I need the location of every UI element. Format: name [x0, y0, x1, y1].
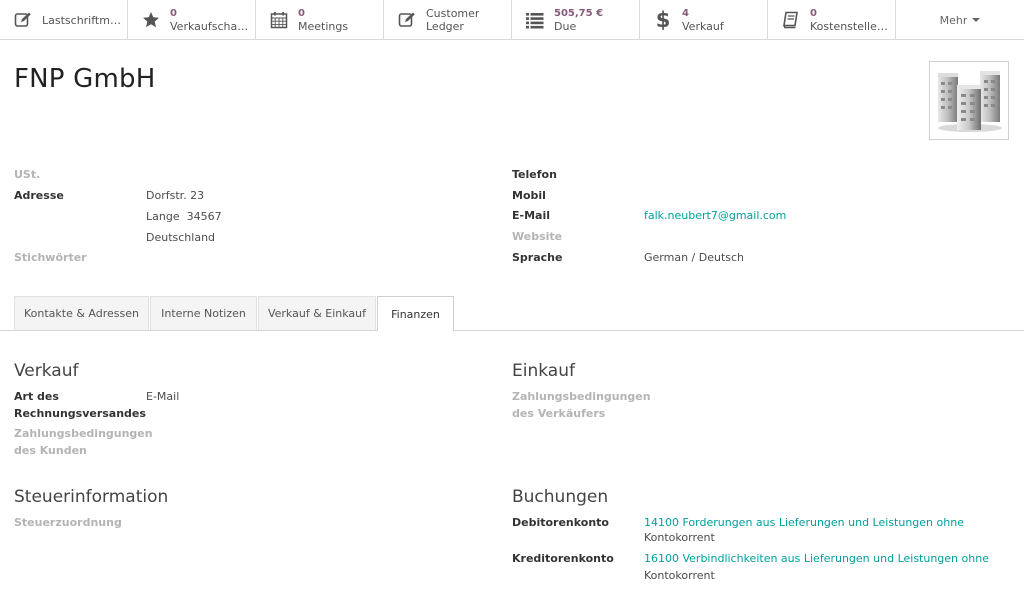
payable-account-link[interactable]: 16100 Verbindlichkeiten aus Lieferungen …: [644, 552, 989, 565]
phone-label: Telefon: [512, 168, 557, 181]
website-label: Website: [512, 230, 563, 243]
star-icon: [140, 9, 162, 31]
book-icon: [780, 9, 802, 31]
receivable-account-suffix: Kontokorrent: [644, 531, 715, 544]
customer-payment-terms-label-line1: Zahlungsbedingungen: [14, 427, 153, 440]
list-icon: [524, 9, 546, 31]
vendor-payment-terms-label-line1: Zahlungsbedingungen: [512, 390, 651, 403]
address-street: Dorfstr. 23: [146, 189, 205, 202]
sales-section-heading: Verkauf: [14, 361, 79, 381]
dollar-icon: $: [655, 8, 671, 32]
language-value: German / Deutsch: [644, 251, 745, 264]
payable-account-label: Kreditorenkonto: [512, 552, 614, 565]
receivable-account-link[interactable]: 14100 Forderungen aus Lieferungen und Le…: [644, 516, 964, 529]
tab-internal-notes[interactable]: Interne Notizen: [150, 296, 257, 330]
tab-contacts-addresses[interactable]: Kontakte & Adressen: [14, 296, 149, 330]
customer-payment-terms-label-line2: des Kunden: [14, 444, 87, 457]
language-label: Sprache: [512, 251, 563, 264]
tags-label: Stichwörter: [14, 251, 87, 264]
smart-button-mandates[interactable]: Lastschriftmandate: [0, 0, 128, 40]
smart-button-meetings[interactable]: 0 Meetings: [256, 0, 384, 40]
invoice-method-label-line2: Rechnungsversandes: [14, 407, 146, 420]
tax-section-heading: Steuerinformation: [14, 487, 169, 507]
calendar-icon: [268, 9, 290, 31]
receivable-account-label: Debitorenkonto: [512, 516, 609, 529]
tab-sales-purchase[interactable]: Verkauf & Einkauf: [258, 296, 376, 330]
smart-buttons-bar: Lastschriftmandate 0 Verkaufschancen 0 M…: [0, 0, 1024, 40]
pencil-square-icon: [396, 9, 418, 31]
smart-button-due[interactable]: 505,75 € Due: [512, 0, 640, 40]
purchase-section-heading: Einkauf: [512, 361, 575, 381]
invoice-method-label-line1: Art des: [14, 390, 59, 403]
mobile-label: Mobil: [512, 189, 546, 202]
address-label: Adresse: [14, 189, 64, 202]
vat-label: USt.: [14, 168, 41, 181]
fiscal-position-label: Steuerzuordnung: [14, 516, 122, 529]
more-button[interactable]: Mehr: [896, 0, 1024, 40]
email-link[interactable]: falk.neubert7@gmail.com: [644, 209, 786, 222]
company-buildings-icon: [938, 70, 1002, 132]
vendor-payment-terms-label-line2: des Verkäufers: [512, 407, 606, 420]
notebook-tabs: Kontakte & Adressen Interne Notizen Verk…: [0, 296, 1024, 331]
payable-account-suffix: Kontokorrent: [644, 569, 715, 582]
invoice-method-value[interactable]: E-Mail: [146, 390, 179, 403]
company-avatar[interactable]: [929, 61, 1009, 140]
address-city-zip: Lange 34567: [146, 210, 222, 223]
smart-button-customer-ledger[interactable]: Customer Ledger: [384, 0, 512, 40]
smart-button-sales[interactable]: $ 4 Verkauf: [640, 0, 768, 40]
smart-button-opportunities[interactable]: 0 Verkaufschancen: [128, 0, 256, 40]
caret-down-icon: [972, 18, 981, 22]
pencil-square-icon: [12, 9, 34, 31]
accounting-section-heading: Buchungen: [512, 487, 609, 507]
tab-finance[interactable]: Finanzen: [377, 296, 454, 331]
page-title: FNP GmbH: [14, 64, 156, 94]
smart-button-analytic-accounts[interactable]: 0 Kostenstellenkonten: [768, 0, 896, 40]
email-label: E-Mail: [512, 209, 550, 222]
address-country: Deutschland: [146, 231, 216, 244]
